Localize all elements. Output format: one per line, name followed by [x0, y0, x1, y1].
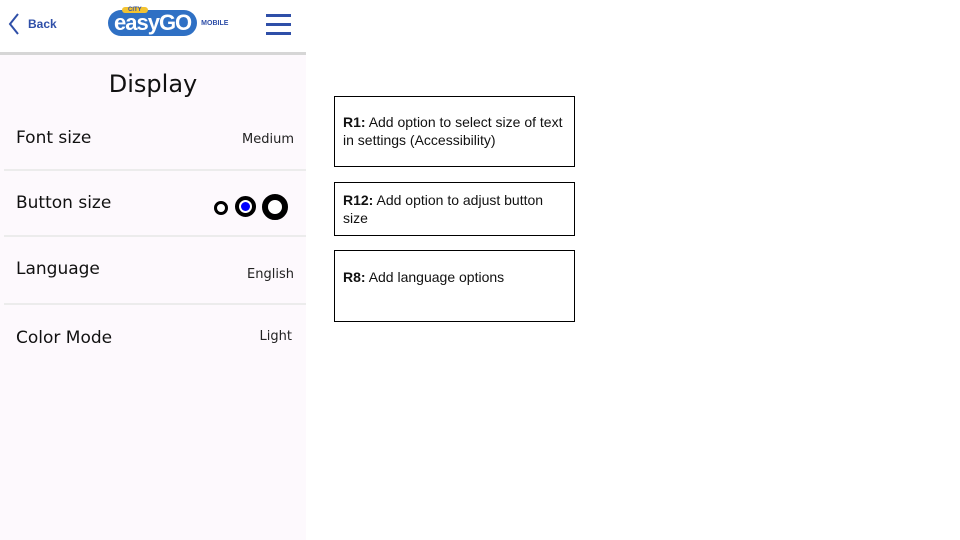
- note-text: Add option to adjust button size: [343, 192, 544, 226]
- note-text: Add option to select size of text in set…: [343, 114, 563, 148]
- note-id: R1:: [343, 114, 366, 130]
- requirement-note: R8: Add language options: [334, 250, 575, 322]
- setting-label: Font size: [16, 128, 92, 148]
- setting-language[interactable]: Language English: [4, 237, 306, 305]
- setting-font-size[interactable]: Font size Medium: [4, 112, 306, 171]
- note-id: R8:: [343, 269, 366, 285]
- setting-label: Language: [16, 259, 100, 279]
- setting-value[interactable]: English: [247, 267, 294, 282]
- setting-button-size: Button size: [4, 171, 306, 237]
- page-title: Display: [108, 70, 198, 98]
- note-id: R12:: [343, 192, 374, 208]
- setting-color-mode[interactable]: Color Mode Light: [4, 305, 306, 365]
- top-bar: Back CITY easyGO MOBILE: [0, 0, 306, 55]
- note-text: Add language options: [368, 269, 505, 285]
- phone-screen: Back CITY easyGO MOBILE Display Font siz…: [0, 0, 306, 540]
- logo-text: easyGO: [108, 10, 198, 36]
- button-size-small-radio[interactable]: [214, 201, 228, 215]
- button-size-large-radio[interactable]: [262, 194, 288, 220]
- chevron-left-icon: [8, 13, 19, 35]
- button-size-medium-radio[interactable]: [235, 196, 256, 217]
- requirement-note: R1: Add option to select size of text in…: [334, 96, 575, 167]
- hamburger-menu-icon[interactable]: [266, 14, 291, 41]
- logo-city: CITY: [122, 7, 148, 13]
- setting-label: Color Mode: [16, 328, 113, 348]
- easygo-logo: CITY easyGO MOBILE: [108, 7, 229, 36]
- setting-value[interactable]: Light: [260, 329, 292, 344]
- logo-sub: MOBILE: [201, 19, 229, 27]
- setting-label: Button size: [16, 193, 112, 213]
- back-button[interactable]: Back: [8, 12, 57, 36]
- back-label: Back: [28, 17, 57, 31]
- setting-value[interactable]: Medium: [242, 132, 294, 147]
- requirement-note: R12: Add option to adjust button size: [334, 182, 575, 236]
